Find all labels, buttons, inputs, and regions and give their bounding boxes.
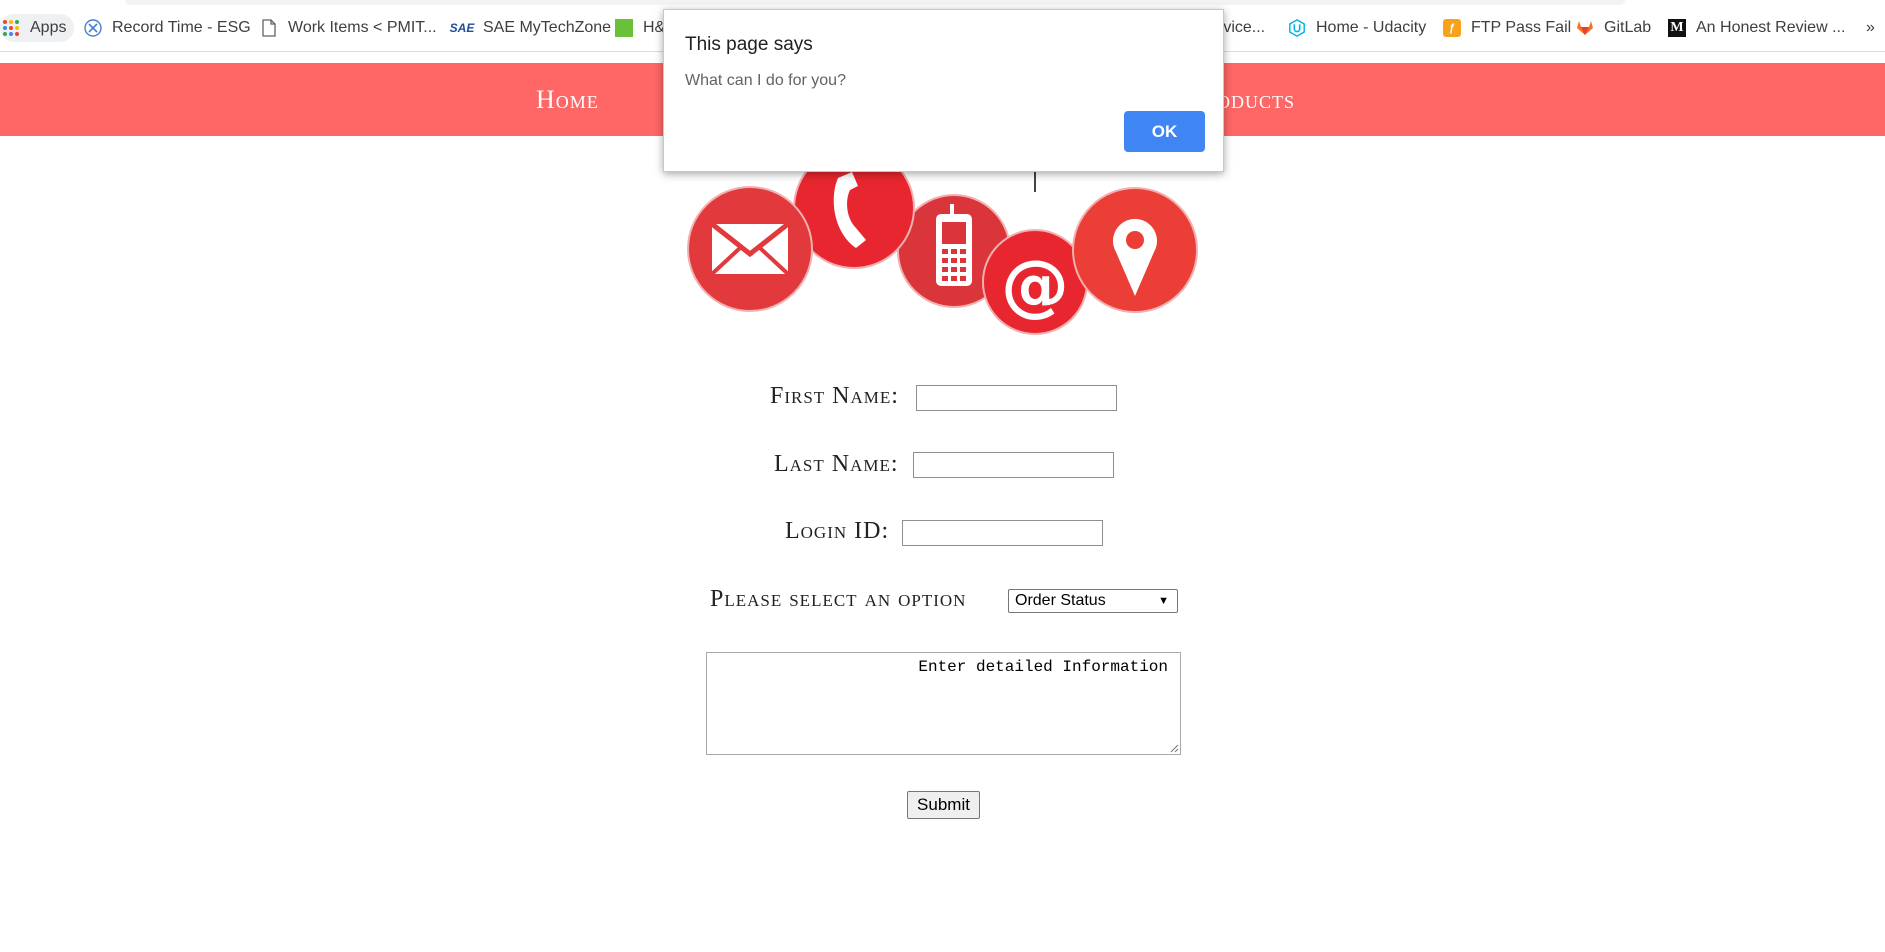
details-textarea-text: Enter detailed Information (918, 658, 1168, 676)
bookmark-medium[interactable]: M An Honest Review ... (1668, 14, 1845, 42)
bookmark-service[interactable]: rvice... (1218, 14, 1265, 42)
bookmark-label: H& (643, 19, 666, 36)
last-name-label: Last Name: (774, 451, 899, 477)
bookmark-h[interactable]: H& (615, 14, 665, 42)
login-id-label: Login ID: (785, 518, 890, 544)
location-pin-icon (1072, 187, 1198, 313)
bookmark-sae[interactable]: SAE SAE MyTechZone (449, 14, 612, 42)
omnibox-edge (125, 0, 1625, 5)
bookmark-label: SAE MyTechZone (483, 19, 612, 36)
dialog-message: What can I do for you? (685, 72, 846, 89)
bookmark-ftp[interactable]: ƒ FTP Pass Fail (1443, 14, 1571, 42)
x-circle-icon (84, 19, 102, 37)
option-select-value: Order Status (1015, 592, 1106, 609)
bookmarks-overflow-button[interactable]: » (1866, 14, 1875, 42)
submit-button[interactable]: Submit (907, 791, 980, 819)
bookmark-udacity[interactable]: Home - Udacity (1288, 14, 1426, 42)
first-name-input[interactable] (916, 385, 1117, 411)
udacity-icon (1288, 19, 1306, 37)
ftp-icon: ƒ (1443, 19, 1461, 37)
dropdown-arrow-icon: ▼ (1158, 595, 1169, 607)
bookmark-label: Record Time - ESG (112, 19, 251, 36)
apps-bookmark[interactable]: Apps (0, 14, 75, 42)
dialog-title: This page says (685, 34, 813, 55)
bookmark-label: Work Items < PMIT... (288, 19, 437, 36)
envelope-icon (687, 186, 813, 312)
green-square-icon (615, 19, 633, 37)
bookmark-work-items[interactable]: Work Items < PMIT... (260, 14, 437, 42)
dialog-ok-button[interactable]: OK (1124, 111, 1205, 152)
at-sign-icon: @ (982, 229, 1088, 335)
login-id-input[interactable] (902, 520, 1103, 546)
first-name-label: First Name: (770, 383, 899, 409)
overflow-chevron-icon: » (1866, 19, 1875, 36)
page-icon (260, 19, 278, 37)
medium-icon: M (1668, 19, 1686, 37)
apps-grid-icon (2, 19, 20, 37)
bookmark-label: An Honest Review ... (1696, 19, 1846, 36)
bookmark-label: Home - Udacity (1316, 19, 1427, 36)
option-select[interactable]: Order Status ▼ (1008, 589, 1178, 613)
bookmark-label: rvice... (1218, 19, 1266, 36)
bookmark-record-time[interactable]: Record Time - ESG (84, 14, 251, 42)
sae-logo-icon: SAE (449, 21, 475, 35)
apps-label: Apps (30, 19, 67, 36)
alert-dialog: This page says What can I do for you? OK (663, 9, 1224, 172)
gitlab-icon (1576, 19, 1594, 37)
resize-grip-icon[interactable] (1169, 743, 1179, 753)
nav-home[interactable]: Home (536, 85, 599, 115)
bookmark-label: FTP Pass Fail (1471, 19, 1572, 36)
nav-products[interactable]: oducts (1217, 85, 1295, 115)
details-textarea[interactable]: Enter detailed Information (706, 652, 1181, 755)
select-option-label: Please select an option (710, 586, 967, 612)
last-name-input[interactable] (913, 452, 1114, 478)
svg-text:@: @ (1001, 246, 1069, 325)
bookmark-gitlab[interactable]: GitLab (1576, 14, 1651, 42)
bookmark-label: GitLab (1604, 19, 1652, 36)
